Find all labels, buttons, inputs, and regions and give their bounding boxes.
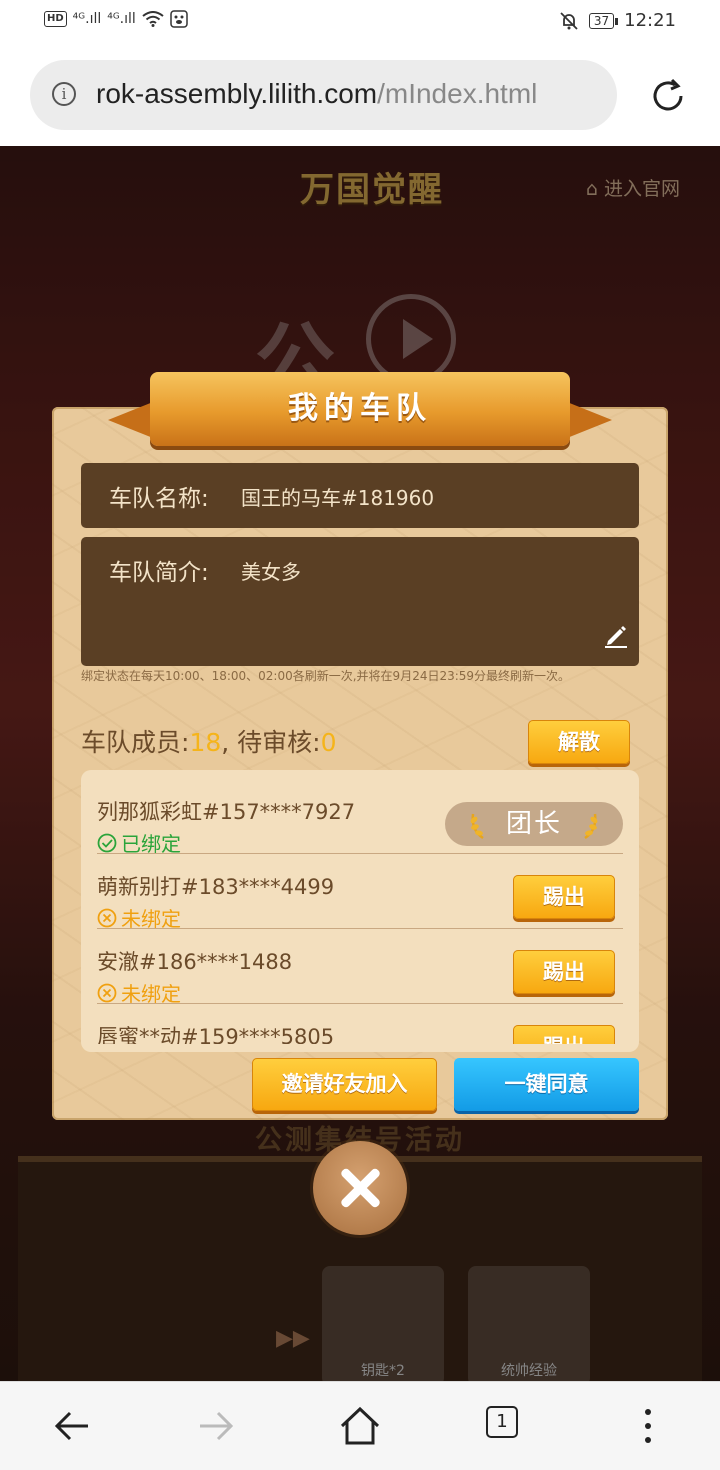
- pending-count: 0: [320, 728, 337, 757]
- browser-toolbar: i rok-assembly.lilith.com/mIndex.html: [0, 44, 720, 146]
- team-name-value: 国王的马车#181960: [241, 486, 435, 510]
- tab-count-button[interactable]: 1: [486, 1406, 518, 1438]
- leader-badge: 团长: [445, 802, 623, 846]
- approve-all-button[interactable]: 一键同意: [454, 1058, 639, 1111]
- edit-pencil-icon[interactable]: [603, 622, 629, 648]
- status-bar-right: 37 12:21: [559, 10, 676, 31]
- url-text[interactable]: rok-assembly.lilith.com/mIndex.html: [96, 78, 537, 110]
- mute-bell-icon: [560, 11, 578, 30]
- team-intro-label: 车队简介:: [109, 560, 209, 586]
- hd-indicator: HD: [44, 11, 67, 27]
- kick-button[interactable]: 踢出: [513, 875, 615, 919]
- invite-friends-button[interactable]: 邀请好友加入: [252, 1058, 437, 1111]
- member-row: 萌新别打#183****4499 未绑定 踢出: [97, 853, 623, 931]
- team-intro-value: 美女多: [241, 560, 301, 584]
- home-icon[interactable]: [338, 1404, 382, 1448]
- status-bar: HD ⁴ᴳ.ıll ⁴ᴳ.ıll 37 12:21: [0, 0, 720, 44]
- team-name-field: 车队名称: 国王的马车#181960: [81, 463, 639, 528]
- member-name: 安澈#186****1488: [97, 950, 293, 974]
- battery-icon: 37: [588, 12, 619, 29]
- signal-icon: ⁴ᴳ.ıll: [72, 11, 102, 27]
- pending-label: 待审核:: [237, 728, 321, 757]
- member-row: 安澈#186****1488 未绑定 踢出: [97, 928, 623, 1006]
- signal-icon-2: ⁴ᴳ.ıll: [107, 11, 136, 27]
- clock: 12:21: [624, 10, 676, 31]
- check-circle-icon: [97, 833, 117, 852]
- kick-button[interactable]: 踢出: [513, 950, 615, 994]
- laurel-right-icon: [584, 813, 598, 840]
- browser-nav-bar: 1: [0, 1381, 720, 1470]
- members-count: 18: [189, 728, 222, 757]
- disband-button[interactable]: 解散: [528, 720, 630, 764]
- wifi-icon: [142, 11, 164, 27]
- forward-arrow-icon[interactable]: [194, 1404, 238, 1448]
- member-name: 萌新别打#183****4499: [97, 875, 335, 899]
- member-list[interactable]: 列那狐彩虹#157****7927 已绑定 团长 萌新别打#183****449…: [81, 770, 639, 1052]
- more-menu-icon[interactable]: [626, 1404, 670, 1448]
- modal-title: 我的车队: [288, 391, 432, 426]
- member-row: 列那狐彩虹#157****7927 已绑定 团长: [97, 778, 623, 856]
- kick-button[interactable]: 踢出: [513, 1025, 615, 1044]
- member-summary: 车队成员:18, 待审核:0: [81, 723, 337, 759]
- member-row: 唇蜜**动#159****5805 踢出: [97, 1003, 623, 1044]
- reload-icon[interactable]: [648, 76, 688, 116]
- member-name: 列那狐彩虹#157****7927: [97, 800, 356, 824]
- modal-title-ribbon: 我的车队: [108, 372, 612, 454]
- close-icon[interactable]: [313, 1141, 407, 1235]
- url-host: rok-assembly.lilith.com: [96, 78, 378, 109]
- x-circle-icon: [97, 983, 117, 1002]
- address-bar[interactable]: i rok-assembly.lilith.com/mIndex.html: [30, 60, 617, 130]
- separator: ,: [221, 728, 230, 757]
- member-name: 唇蜜**动#159****5805: [97, 1025, 335, 1044]
- team-name-label: 车队名称:: [109, 486, 209, 512]
- url-path: /mIndex.html: [377, 78, 538, 109]
- members-label: 车队成员:: [81, 728, 190, 757]
- x-circle-icon: [97, 908, 117, 927]
- binding-notice: 绑定状态在每天10:00、18:00、02:00各刷新一次,并将在9月24日23…: [81, 669, 571, 683]
- status-bar-left: HD ⁴ᴳ.ıll ⁴ᴳ.ıll: [44, 10, 188, 28]
- back-arrow-icon[interactable]: [50, 1404, 94, 1448]
- paw-app-icon: [170, 10, 188, 28]
- info-icon[interactable]: i: [52, 82, 76, 106]
- member-list-scroll[interactable]: 列那狐彩虹#157****7927 已绑定 团长 萌新别打#183****449…: [81, 770, 639, 1044]
- team-intro-field[interactable]: 车队简介: 美女多: [81, 537, 639, 666]
